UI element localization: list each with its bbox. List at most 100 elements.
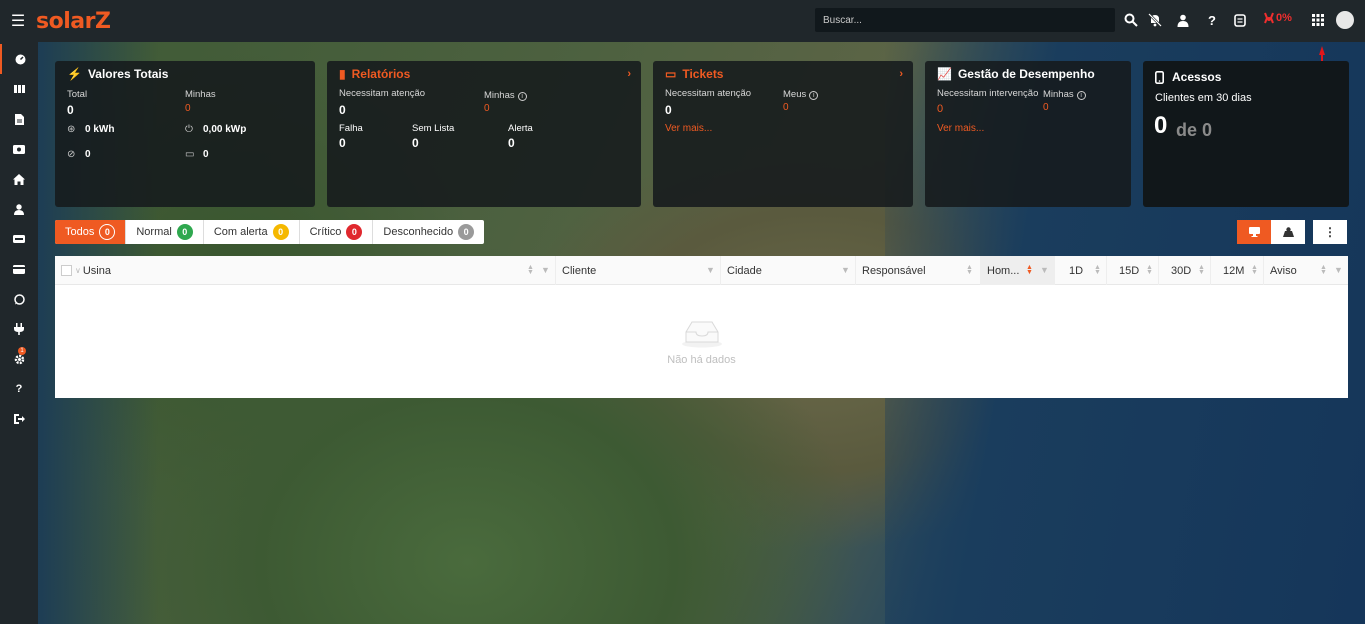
sidebar-item-tickets[interactable]: [0, 134, 38, 164]
apps-grid-icon[interactable]: [1309, 11, 1327, 29]
plug-icon: [14, 323, 24, 335]
chart-up-icon: 📈: [937, 67, 952, 81]
count-badge: 0: [272, 224, 289, 240]
menu-icon[interactable]: ☰: [0, 0, 36, 42]
filter-icon[interactable]: ▼: [1334, 265, 1343, 275]
help-icon[interactable]: ?: [1203, 11, 1221, 29]
sidebar-item-whatsapp[interactable]: [0, 284, 38, 314]
dashboard-icon: [15, 54, 25, 64]
avatar[interactable]: [1336, 11, 1354, 29]
sidebar-item-help[interactable]: ?: [0, 374, 38, 404]
sidebar-item-plug[interactable]: [0, 314, 38, 344]
chevron-right-icon[interactable]: ›: [627, 68, 631, 80]
sort-icon[interactable]: ▲ ▼: [1198, 264, 1205, 276]
filter-icon[interactable]: ▼: [706, 265, 715, 275]
sort-icon[interactable]: ▲ ▼: [1320, 264, 1327, 276]
ver-mais-link[interactable]: Ver mais...: [665, 123, 712, 134]
alerta-label: Alerta: [508, 123, 533, 134]
column-12m[interactable]: 12M ▲ ▼: [1211, 256, 1264, 285]
sidebar-item-documents[interactable]: [0, 104, 38, 134]
search-input[interactable]: [823, 14, 1115, 26]
phone-icon: [1155, 70, 1164, 84]
column-homologacao[interactable]: Hom... ▲ ▼ ▼: [981, 256, 1055, 285]
user-icon: [14, 203, 24, 215]
column-responsavel[interactable]: Responsável ▲ ▼: [856, 256, 981, 285]
chevron-right-icon[interactable]: ›: [899, 68, 903, 80]
sidebar-item-settings[interactable]: 1: [0, 344, 38, 374]
ver-mais-link[interactable]: Ver mais...: [937, 123, 984, 134]
more-options-button[interactable]: ⋮: [1313, 220, 1347, 244]
card-tickets-title[interactable]: ▭ Tickets: [665, 67, 901, 81]
table-header: ∨ Usina ▲ ▼ ▼ Cliente ▼ Cidade ▼ Responsá…: [55, 256, 1348, 285]
tab-critico[interactable]: Crítico 0: [300, 220, 374, 244]
semlista-label: Sem Lista: [412, 123, 455, 134]
search-icon[interactable]: [1122, 11, 1140, 29]
alert-percent-value: 0%: [1276, 12, 1292, 24]
total-value: 0: [67, 103, 74, 117]
tab-normal[interactable]: Normal 0: [126, 220, 204, 244]
user-badge-icon[interactable]: [1174, 11, 1192, 29]
list-view-button[interactable]: [1237, 220, 1271, 244]
column-cliente[interactable]: Cliente ▼: [556, 256, 721, 285]
acessos-subtitle: Clientes em 30 dias: [1155, 92, 1252, 104]
semlista-value: 0: [412, 136, 419, 150]
search-box: [815, 8, 1115, 32]
column-aviso[interactable]: Aviso ▲ ▼ ▼: [1264, 256, 1348, 285]
sidebar-item-cards[interactable]: [0, 224, 38, 254]
filter-icon[interactable]: ▼: [541, 265, 550, 275]
map-view-button[interactable]: [1271, 220, 1305, 244]
filter-icon[interactable]: ▼: [1040, 265, 1049, 275]
minhas-label: Minhas i: [484, 90, 527, 101]
sort-icon[interactable]: ▲ ▼: [1251, 264, 1258, 276]
intervencao-label: Necessitam intervenção: [937, 88, 1039, 99]
alert-percent-icon: [1264, 12, 1274, 24]
bell-off-icon[interactable]: [1146, 11, 1164, 29]
document-icon: [14, 113, 24, 125]
logo[interactable]: solarZ: [36, 9, 111, 34]
box-icon: ▭: [185, 149, 195, 160]
sort-icon[interactable]: ▲ ▼: [1146, 264, 1153, 276]
sort-icon[interactable]: ▲ ▼: [527, 264, 534, 276]
select-all-checkbox[interactable]: [61, 265, 72, 276]
acessos-of: de 0: [1176, 120, 1213, 140]
tab-desconhecido[interactable]: Desconhecido 0: [373, 220, 484, 244]
card-relatorios[interactable]: ▮ Relatórios › Necessitam atenção 0 Minh…: [327, 61, 641, 207]
sidebar-item-logout[interactable]: [0, 404, 38, 434]
alerta-value: 0: [508, 136, 515, 150]
column-1d[interactable]: 1D ▲ ▼: [1055, 256, 1107, 285]
count-a-value: 0: [85, 149, 91, 160]
card-desempenho: 📈 Gestão de Desempenho Necessitam interv…: [925, 61, 1131, 207]
column-15d[interactable]: 15D ▲ ▼: [1107, 256, 1159, 285]
card-tickets[interactable]: ▭ Tickets › Necessitam atenção 0 Meus i 0…: [653, 61, 913, 207]
lightning-icon: ⚡: [67, 67, 82, 81]
sort-icon[interactable]: ▲ ▼: [1094, 264, 1101, 276]
alert-percent[interactable]: 0%: [1263, 12, 1292, 24]
count-badge: 0: [99, 224, 116, 240]
sidebar-item-users[interactable]: [0, 194, 38, 224]
minhas-value: 0: [1043, 102, 1049, 113]
acessos-value: 0: [1154, 112, 1168, 139]
column-usina[interactable]: ∨ Usina ▲ ▼ ▼: [55, 256, 556, 285]
card-relatorios-title[interactable]: ▮ Relatórios: [339, 67, 629, 81]
chevron-down-icon[interactable]: ∨: [75, 266, 81, 275]
sort-icon[interactable]: ▲ ▼: [1026, 264, 1033, 276]
tab-todos[interactable]: Todos 0: [55, 220, 127, 244]
sidebar-item-home[interactable]: [0, 164, 38, 194]
power-icon: ⏻: [185, 124, 193, 135]
column-30d[interactable]: 30D ▲ ▼: [1159, 256, 1211, 285]
atencao-label: Necessitam atenção: [665, 88, 752, 99]
home-icon: [13, 173, 25, 185]
report-icon[interactable]: [1231, 11, 1249, 29]
card-acessos: Acessos Clientes em 30 dias 0 de 0: [1143, 61, 1349, 207]
more-vertical-icon: ⋮: [1324, 225, 1336, 239]
column-cidade[interactable]: Cidade ▼: [721, 256, 856, 285]
sidebar-item-billing[interactable]: [0, 254, 38, 284]
billing-icon: [13, 264, 25, 274]
sidebar-item-plants[interactable]: [0, 74, 38, 104]
filter-icon[interactable]: ▼: [841, 265, 850, 275]
sort-icon[interactable]: ▲ ▼: [966, 264, 973, 276]
tab-com-alerta[interactable]: Com alerta 0: [204, 220, 300, 244]
sidebar-item-dashboard[interactable]: [0, 44, 38, 74]
kwp-value: 0,00 kWp: [203, 124, 247, 135]
empty-state: Não há dados: [55, 286, 1348, 398]
